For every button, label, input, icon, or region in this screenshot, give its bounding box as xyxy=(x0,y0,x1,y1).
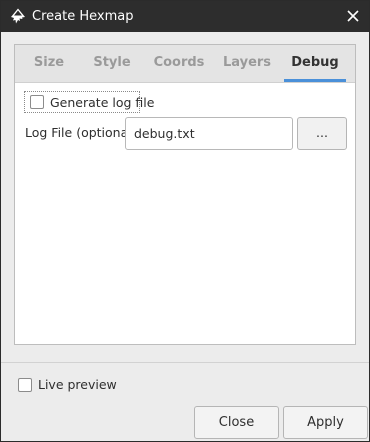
browse-button[interactable]: ... xyxy=(297,117,347,150)
live-preview-row[interactable]: Live preview xyxy=(17,377,137,395)
close-icon[interactable] xyxy=(346,9,360,23)
generate-log-label: Generate log file xyxy=(50,95,155,110)
generate-log-checkbox-row[interactable]: Generate log file xyxy=(24,91,154,113)
title-bar[interactable]: Create Hexmap xyxy=(1,1,369,32)
inkscape-logo-icon xyxy=(10,8,26,24)
tab-debug[interactable]: Debug xyxy=(284,45,346,82)
generate-log-checkbox[interactable] xyxy=(30,95,44,109)
tab-layers[interactable]: Layers xyxy=(215,45,279,82)
close-button[interactable]: Close xyxy=(194,406,279,439)
tab-coords[interactable]: Coords xyxy=(145,45,213,82)
tab-style[interactable]: Style xyxy=(81,45,143,82)
notebook-panel: Size Style Coords Layers Debug Generate … xyxy=(14,44,356,345)
dialog-window: Create Hexmap Size Style Coords Layers D… xyxy=(0,0,370,442)
footer-separator xyxy=(1,362,369,363)
apply-button[interactable]: Apply xyxy=(283,406,368,439)
live-preview-checkbox[interactable] xyxy=(18,378,32,392)
window-title: Create Hexmap xyxy=(32,9,134,24)
log-file-label: Log File (optional) xyxy=(25,125,137,140)
live-preview-label: Live preview xyxy=(38,377,117,392)
tab-size[interactable]: Size xyxy=(15,45,83,82)
log-file-input[interactable] xyxy=(125,117,293,150)
tab-bar: Size Style Coords Layers Debug xyxy=(15,45,355,83)
